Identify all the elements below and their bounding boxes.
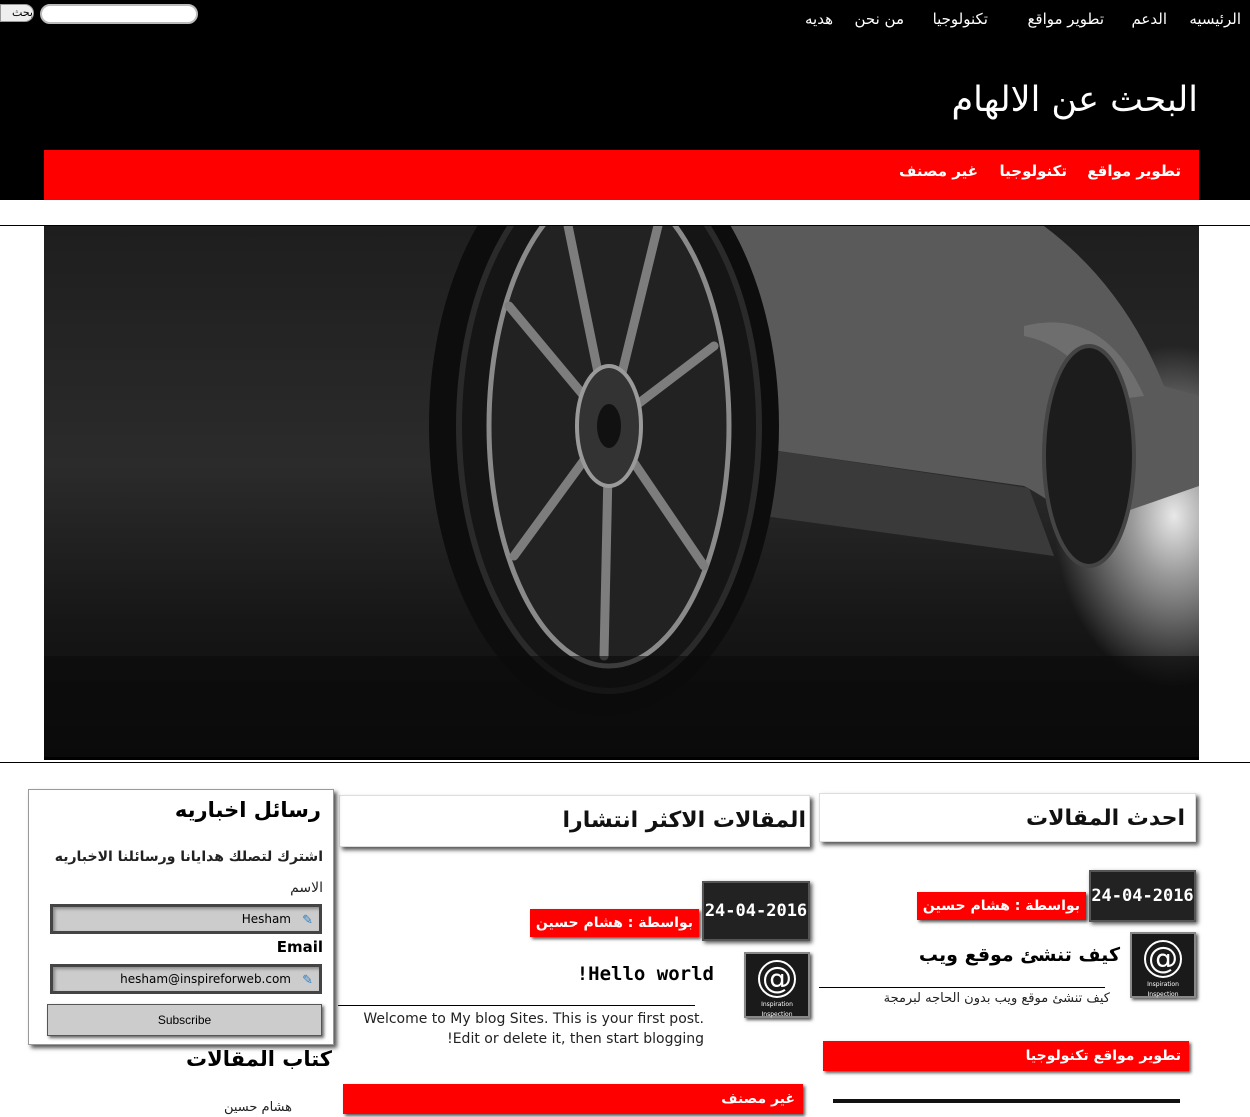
thumbnail-caption: Inspection	[761, 1011, 793, 1018]
subscribe-button[interactable]: Subscribe	[47, 1004, 322, 1036]
popular-post-excerpt-2: !Edit or delete it, then start blogging	[447, 1031, 704, 1047]
name-label: الاسم	[290, 880, 323, 896]
popular-post-author[interactable]: بواسطة : هشام حسين	[529, 909, 699, 937]
category-technology[interactable]: تكنولوجيا	[1000, 162, 1068, 180]
site-header: بحث الرئيسيه الدعم تطوير مواقع تكنولوجيا…	[0, 0, 1250, 200]
popular-post-category[interactable]: غير مصنف	[343, 1084, 803, 1114]
newsletter-widget: رسائل اخباريه اشترك لتصلك هدايانا ورسائل…	[28, 789, 334, 1045]
email-field-value: hesham@inspireforweb.com	[120, 972, 291, 986]
newsletter-heading: رسائل اخباريه	[174, 798, 321, 822]
latest-post-author[interactable]: بواسطة : هشام حسين	[916, 892, 1086, 920]
author-link[interactable]: هشام حسين	[224, 1100, 292, 1115]
divider	[338, 1005, 695, 1006]
authors-heading: كتاب المقالات	[186, 1047, 332, 1071]
category-uncategorized[interactable]: غير مصنف	[899, 162, 978, 180]
hero-car-image	[44, 226, 1199, 757]
pen-icon: ✎	[302, 973, 313, 988]
popular-posts-heading: المقالات الاكثر انتشارا	[562, 808, 806, 833]
category-web-dev[interactable]: تطوير مواقع	[1087, 162, 1181, 180]
nav-technology[interactable]: تكنولوجيا	[933, 10, 988, 28]
latest-post-thumbnail[interactable]: @ Inspiration Inspection	[1130, 932, 1196, 998]
name-field[interactable]: Hesham ✎	[50, 904, 322, 934]
popular-post-date: 24-04-2016	[702, 881, 810, 941]
hero-bottom-bar	[44, 757, 1199, 760]
latest-post-title[interactable]: كيف تنشئ موقع ويب	[919, 944, 1120, 966]
latest-post-excerpt: كيف تنشئ موقع ويب بدون الحاجه لبرمجة	[883, 991, 1110, 1006]
latest-post-tags[interactable]: تطوير مواقع تكنولوجيا	[823, 1041, 1189, 1071]
email-field[interactable]: hesham@inspireforweb.com ✎	[50, 964, 322, 994]
car-wheel-illustration	[44, 226, 1199, 757]
search-button[interactable]: بحث	[0, 4, 34, 22]
popular-post-thumbnail[interactable]: @ Inspiration Inspection	[744, 952, 810, 1018]
nav-support[interactable]: الدعم	[1131, 10, 1167, 28]
at-sign-icon: @	[758, 960, 796, 998]
popular-post-excerpt-1: Welcome to My blog Sites. This is your f…	[363, 1011, 704, 1027]
divider	[819, 987, 1105, 988]
latest-post-date: 24-04-2016	[1089, 870, 1196, 922]
pen-icon: ✎	[302, 913, 313, 928]
nav-gift[interactable]: هديه	[805, 10, 833, 28]
site-title[interactable]: البحث عن الالهام	[951, 80, 1198, 120]
name-field-value: Hesham	[241, 912, 291, 926]
thumbnail-caption: Inspiration	[1147, 981, 1179, 988]
nav-web-dev[interactable]: تطوير مواقع	[1027, 10, 1104, 28]
latest-posts-heading: احدث المقالات	[1025, 806, 1185, 831]
latest-posts-header: احدث المقالات	[819, 793, 1196, 842]
search-input[interactable]	[40, 4, 198, 24]
thumbnail-caption: Inspiration	[761, 1001, 793, 1008]
newsletter-description: اشترك لتصلك هدايانا ورسائلنا الاخباريه	[54, 849, 323, 865]
divider	[0, 762, 1250, 763]
thumbnail-caption: Inspection	[1147, 991, 1179, 998]
email-label: Email	[276, 938, 323, 956]
popular-posts-header: المقالات الاكثر انتشارا	[339, 795, 810, 847]
category-bar: تطوير مواقع تكنولوجيا غير مصنف	[44, 150, 1199, 200]
nav-about[interactable]: من نحن	[855, 10, 905, 28]
popular-post-title[interactable]: !Hello world	[577, 963, 714, 985]
at-sign-icon: @	[1144, 940, 1182, 978]
nav-home[interactable]: الرئيسيه	[1189, 10, 1241, 28]
divider	[833, 1099, 1180, 1103]
